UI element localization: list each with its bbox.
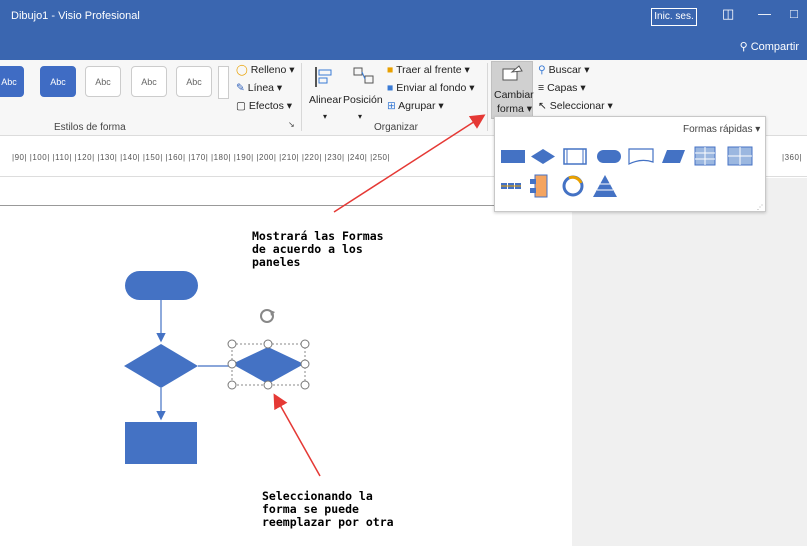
shape-terminator[interactable] [597, 150, 621, 163]
shape-pyramid[interactable] [593, 175, 617, 197]
shape-grid-2[interactable] [727, 146, 753, 166]
shape-cycle[interactable] [562, 175, 584, 197]
shape-grid-1[interactable] [694, 146, 716, 166]
shape-rectangle[interactable] [501, 150, 525, 163]
shape-diamond[interactable] [531, 149, 555, 164]
diagram [124, 114, 486, 477]
shape-data[interactable] [662, 150, 685, 163]
annotation-arrow-top [333, 114, 486, 213]
selected-decision-shape[interactable] [232, 347, 304, 384]
shape-container[interactable] [530, 174, 548, 198]
terminator-shape[interactable] [125, 271, 198, 300]
resize-grip-icon: ⋰ [757, 205, 763, 211]
shape-document[interactable] [628, 148, 654, 165]
annotation-arrow-bottom [273, 393, 321, 477]
quick-shapes-panel: Formas rápidas ▾ ⋰ [494, 116, 766, 212]
decision-shape[interactable] [124, 344, 198, 388]
annotation-top: Mostrará las Formas de acuerdo a los pan… [252, 229, 384, 269]
annotation-bottom: Seleccionando la forma se puede reemplaz… [262, 489, 394, 529]
shape-blocks[interactable] [501, 183, 521, 189]
rotate-handle-icon[interactable] [260, 309, 275, 323]
process-shape[interactable] [125, 422, 197, 464]
